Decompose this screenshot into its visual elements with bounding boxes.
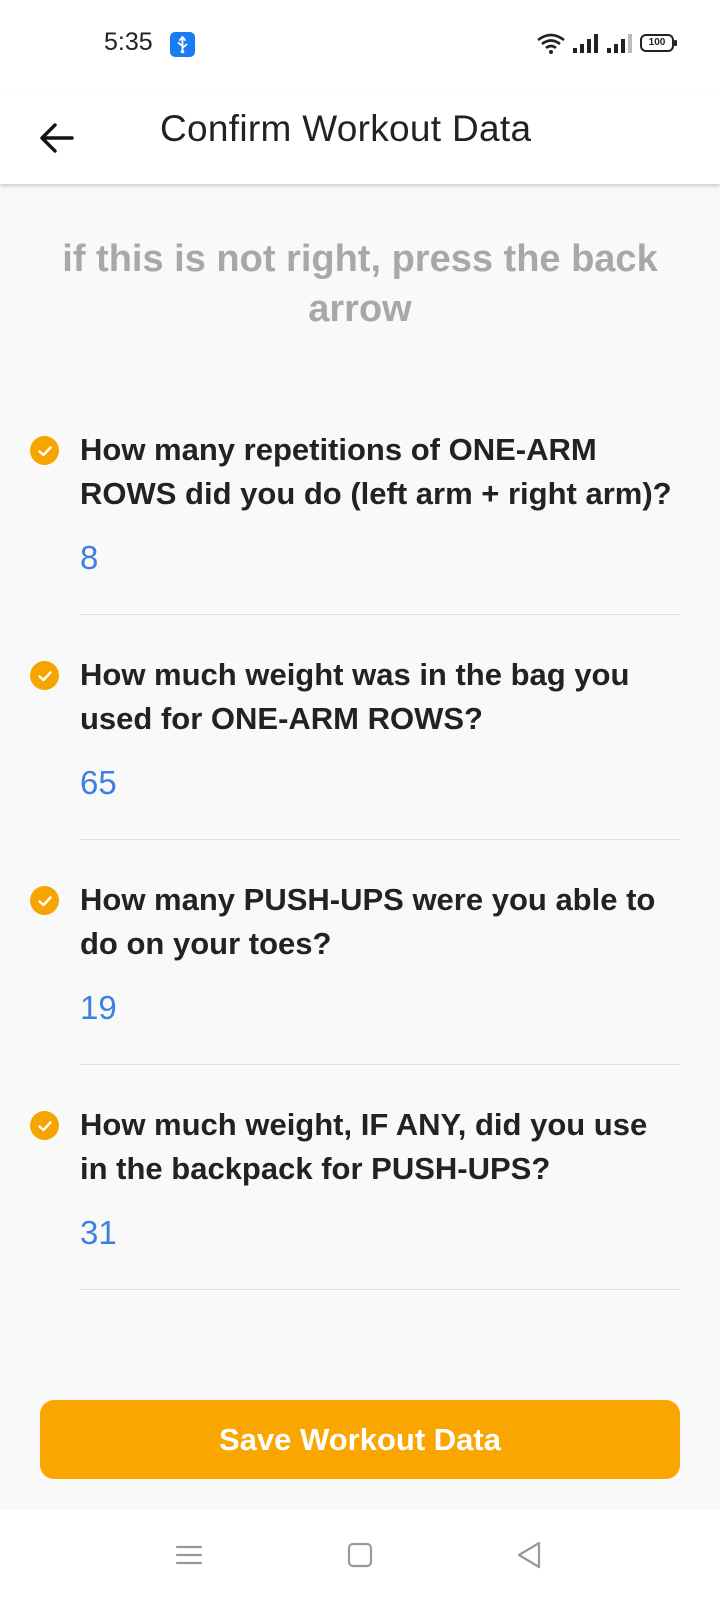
nav-home-button[interactable]	[343, 1538, 377, 1572]
usb-icon	[170, 32, 195, 57]
triangle-back-icon	[517, 1541, 541, 1569]
page-title: Confirm Workout Data	[160, 108, 532, 149]
list-item: How much weight was in the bag you used …	[0, 653, 720, 803]
answer-value[interactable]: 31	[80, 1213, 680, 1253]
question-text: How many PUSH-UPS were you able to do on…	[80, 882, 656, 961]
signal-icon	[573, 34, 598, 53]
status-icons: 100	[536, 32, 677, 54]
nav-menu-button[interactable]	[172, 1538, 206, 1572]
arrow-left-icon	[40, 123, 74, 153]
answer-value[interactable]: 19	[80, 988, 680, 1028]
hint-text: if this is not right, press the back arr…	[62, 238, 658, 330]
wifi-icon	[537, 33, 565, 54]
list-item: How many repetitions of ONE-ARM ROWS did…	[0, 428, 720, 578]
save-workout-button[interactable]: Save Workout Data	[40, 1400, 680, 1479]
back-button[interactable]	[30, 110, 86, 166]
question-text: How much weight was in the bag you used …	[80, 657, 630, 736]
square-icon	[347, 1542, 373, 1568]
question-text: How many repetitions of ONE-ARM ROWS did…	[80, 432, 672, 511]
check-circle-icon	[30, 661, 59, 690]
answer-value[interactable]: 8	[80, 538, 680, 578]
list-item: How much weight, IF ANY, did you use in …	[0, 1103, 720, 1253]
navigation-bar	[0, 1510, 720, 1600]
question-list: How many repetitions of ONE-ARM ROWS did…	[0, 428, 720, 1290]
battery-indicator: 100	[640, 34, 677, 52]
list-item: How many PUSH-UPS were you able to do on…	[0, 878, 720, 1028]
app-header: Confirm Workout Data	[0, 90, 720, 184]
check-circle-icon	[30, 886, 59, 915]
divider	[80, 1289, 680, 1290]
status-bar: 5:35 100	[0, 0, 720, 90]
question-text: How much weight, IF ANY, did you use in …	[80, 1107, 648, 1186]
signal-icon-2	[607, 34, 632, 53]
answer-value[interactable]: 65	[80, 763, 680, 803]
menu-icon	[175, 1545, 203, 1565]
check-circle-icon	[30, 436, 59, 465]
status-time: 5:35	[104, 28, 153, 56]
nav-back-button[interactable]	[512, 1538, 546, 1572]
check-circle-icon	[30, 1111, 59, 1140]
